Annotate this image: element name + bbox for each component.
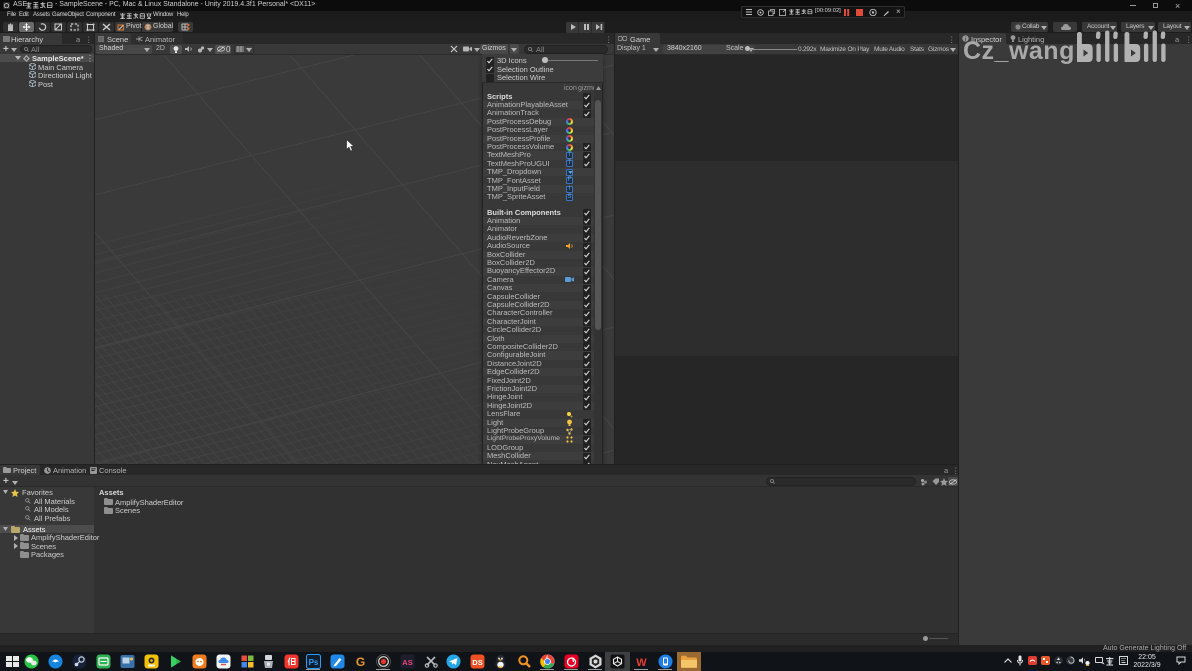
svg-text:AS: AS [402,658,412,667]
svg-text:W: W [636,657,647,669]
svg-text:DS: DS [472,658,482,667]
svg-text:Cz_wang: Cz_wang [963,37,1075,65]
svg-text:Ps: Ps [308,658,318,667]
svg-text:G: G [355,655,364,669]
